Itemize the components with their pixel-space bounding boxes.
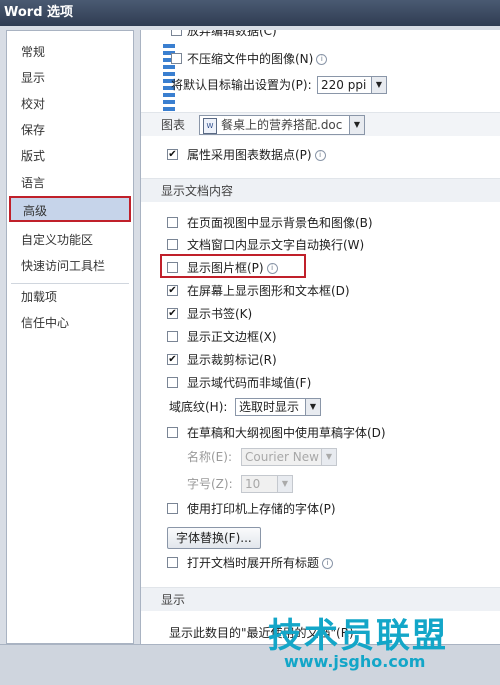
draft-size-value: 10 [245,477,261,491]
chart-label: 图表 [161,118,186,132]
option-row-no-compress: 不压缩文件中的图像(N) i [141,48,500,70]
bg-color-checkbox[interactable] [167,217,178,228]
chevron-down-icon[interactable]: ▼ [371,77,386,93]
draft-size-dropdown[interactable]: 10 ▼ [241,475,293,493]
chart-doc-value: 餐桌上的营养搭配.doc [221,118,343,132]
option-row-bookmarks: ✔ 显示书签(K) [141,303,500,325]
draft-name-value: Courier New [245,450,319,464]
bookmarks-checkbox[interactable]: ✔ [167,308,178,319]
chevron-down-icon[interactable]: ▼ [321,449,336,465]
sidebar-item-customize-ribbon[interactable]: 自定义功能区 [9,227,131,253]
chevron-down-icon[interactable]: ▼ [277,476,292,492]
text-boundaries-checkbox[interactable] [167,331,178,342]
partial-checkbox[interactable] [171,30,182,36]
option-row-expand-headings: 打开文档时展开所有标题 i [141,552,500,574]
info-icon: i [316,54,328,65]
option-row-crop-marks: ✔ 显示裁剪标记(R) [141,349,500,371]
highlight-box [160,254,306,278]
sidebar-item-advanced[interactable]: 高级 [9,196,131,222]
word-doc-icon: W [203,117,217,134]
bookmarks-label: 显示书签(K) [187,307,253,321]
drawings-label: 在屏幕上显示图形和文本框(D) [187,284,350,298]
chevron-down-icon[interactable]: ▼ [305,399,320,415]
field-shading-label: 域底纹(H): [169,400,228,414]
field-codes-checkbox[interactable] [167,377,178,388]
drawings-checkbox[interactable]: ✔ [167,285,178,296]
option-row-text-wrap: 文档窗口内显示文字自动换行(W) [141,234,500,256]
option-row-drawings: ✔ 在屏幕上显示图形和文本框(D) [141,280,500,302]
draft-font-label: 在草稿和大纲视图中使用草稿字体(D) [187,426,386,440]
chart-attr-label: 属性采用图表数据点(P) i [187,144,326,166]
watermark-url: www.jsgho.com [284,652,426,671]
chart-doc-dropdown[interactable]: W 餐桌上的营养搭配.doc ▼ [199,115,365,135]
draft-name-label: 名称(E): [187,450,232,464]
sidebar-item-general[interactable]: 常规 [9,39,131,65]
sidebar: 常规 显示 校对 保存 版式 语言 高级 自定义功能区 快速访问工具栏 加载项 … [6,30,134,644]
sidebar-item-quick-access-toolbar[interactable]: 快速访问工具栏 [9,253,131,279]
field-shading-dropdown[interactable]: 选取时显示 ▼ [235,398,321,416]
window-title-bar: Word 选项 [0,0,500,26]
partial-label: 放弃编辑数据(C) [187,30,277,38]
chart-section-header: 图表 W 餐桌上的营养搭配.doc ▼ [141,112,500,136]
expand-headings-label: 打开文档时展开所有标题 i [187,552,334,574]
text-wrap-checkbox[interactable] [167,239,178,250]
default-target-value: 220 ppi [321,78,367,92]
no-compress-label: 不压缩文件中的图像(N) i [187,48,328,70]
draft-font-checkbox[interactable] [167,427,178,438]
printer-fonts-checkbox[interactable] [167,503,178,514]
option-row-text-boundaries: 显示正文边框(X) [141,326,500,348]
show-doc-heading: 显示文档内容 [161,184,234,198]
sidebar-item-add-ins[interactable]: 加载项 [9,284,131,310]
crop-marks-checkbox[interactable]: ✔ [167,354,178,365]
expand-headings-checkbox[interactable] [167,557,178,568]
sidebar-item-trust-center[interactable]: 信任中心 [9,310,131,336]
display-heading: 显示 [161,593,186,607]
sidebar-item-typography[interactable]: 版式 [9,143,131,169]
info-icon: i [314,150,326,161]
window-title: Word 选项 [4,5,74,20]
option-row-printer-fonts: 使用打印机上存储的字体(P) [141,498,500,520]
option-row-draft-name: 名称(E): Courier New ▼ [141,446,500,468]
default-target-dropdown[interactable]: 220 ppi ▼ [317,76,387,94]
font-substitution-button[interactable]: 字体替换(F)... [167,527,261,549]
printer-fonts-label: 使用打印机上存储的字体(P) [187,502,336,516]
sidebar-item-proofing[interactable]: 校对 [9,91,131,117]
option-row-field-codes: 显示域代码而非域值(F) [141,372,500,394]
sidebar-item-language[interactable]: 语言 [9,170,131,196]
options-content-panel: 放弃编辑数据(C) 不压缩文件中的图像(N) i 将默认目标输出设置为(P): 2… [140,30,500,644]
chevron-down-icon[interactable]: ▼ [349,116,364,134]
option-row-draft-font: 在草稿和大纲视图中使用草稿字体(D) [141,422,500,444]
text-wrap-label: 文档窗口内显示文字自动换行(W) [187,238,365,252]
default-target-label: 将默认目标输出设置为(P): [171,78,312,92]
show-doc-section-header: 显示文档内容 [141,178,500,202]
sidebar-item-save[interactable]: 保存 [9,117,131,143]
watermark-logo: 技术员联盟 [268,616,448,656]
field-shading-value: 选取时显示 [239,400,300,414]
option-row-default-target: 将默认目标输出设置为(P): 220 ppi ▼ [141,74,500,96]
draft-size-label: 字号(Z): [187,477,233,491]
option-row-field-shading: 域底纹(H): 选取时显示 ▼ [141,396,500,418]
crop-marks-label: 显示裁剪标记(R) [187,353,277,367]
option-row-draft-size: 字号(Z): 10 ▼ [141,473,500,495]
sidebar-item-display[interactable]: 显示 [9,65,131,91]
option-row-chart-attr: ✔ 属性采用图表数据点(P) i [141,144,500,166]
text-boundaries-label: 显示正文边框(X) [187,330,277,344]
no-compress-checkbox[interactable] [171,53,182,64]
field-codes-label: 显示域代码而非域值(F) [187,376,312,390]
bg-color-label: 在页面视图中显示背景色和图像(B) [187,216,373,230]
info-icon: i [322,558,334,569]
chart-attr-checkbox[interactable]: ✔ [167,149,178,160]
draft-name-dropdown[interactable]: Courier New ▼ [241,448,337,466]
option-row-bg-color: 在页面视图中显示背景色和图像(B) [141,212,500,234]
option-row-partial: 放弃编辑数据(C) [141,30,500,42]
